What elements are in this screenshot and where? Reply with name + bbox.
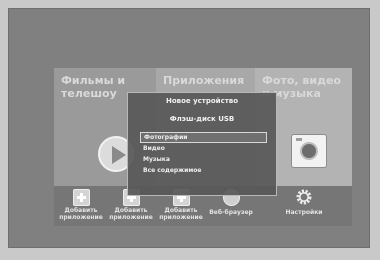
option-all-content[interactable]: Все содержимое [140, 165, 267, 176]
dialog-title: Новое устройство [165, 97, 239, 105]
device-name: Флэш-диск USB [169, 115, 235, 123]
option-photos[interactable]: Фотографии [140, 132, 267, 143]
gear-icon [296, 189, 312, 205]
add-app-button-1[interactable]: Добавить приложение [56, 186, 106, 226]
add-app-icon [72, 189, 90, 206]
tile-movies-title: Фильмы и телешоу [61, 74, 126, 100]
add-app-label-1: Добавить приложение [59, 207, 103, 221]
new-device-dialog: Новое устройство Флэш-диск USB Фотографи… [127, 92, 277, 196]
content-options: Фотографии Видео Музыка Все содержимое [140, 132, 267, 176]
camera-lens [300, 142, 318, 160]
option-video[interactable]: Видео [140, 143, 267, 154]
add-app-label-3: Добавить приложение [159, 207, 203, 221]
add-app-label-2: Добавить приложение [109, 207, 153, 221]
web-browser-label: Веб-браузер [209, 209, 253, 216]
tile-apps-title: Приложения [163, 74, 245, 87]
settings-label: Настройки [285, 209, 323, 216]
camera-flash [296, 138, 302, 141]
tv-screen: Фильмы и телешоу Приложения Фото, видео … [8, 8, 370, 248]
camera-icon [291, 134, 327, 168]
option-music[interactable]: Музыка [140, 154, 267, 165]
